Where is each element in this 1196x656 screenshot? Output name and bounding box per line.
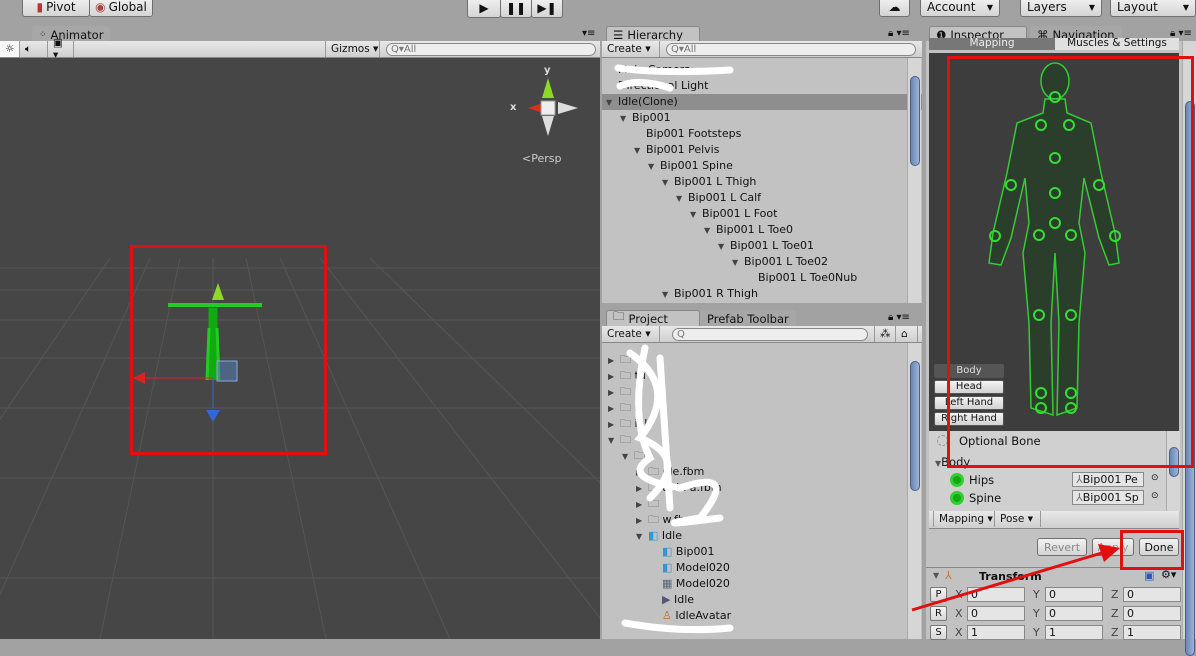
gizmos-dropdown[interactable]: Gizmos ▼ <box>325 41 380 57</box>
play-button[interactable]: ▶ <box>467 0 501 18</box>
scene-search-input[interactable]: Q▾All <box>386 43 596 56</box>
dropdown-arrow-icon: ▼ <box>1182 2 1189 12</box>
lighting-toggle[interactable]: ☼ <box>0 41 20 57</box>
mapping-toolbar: Mapping ▼ Pose ▼ <box>929 511 1179 529</box>
help-icon[interactable]: ▣ <box>1144 569 1154 582</box>
account-dropdown[interactable]: Account ▼ <box>920 0 1000 17</box>
axis-y-label: y <box>544 65 551 76</box>
pose-dropdown[interactable]: Pose ▼ <box>995 511 1041 527</box>
bone-status-icon[interactable] <box>950 473 964 487</box>
transform-icon: ⅄ <box>1076 491 1083 504</box>
object-picker-icon[interactable]: ⊙ <box>1151 473 1159 483</box>
bone-object-field[interactable]: ⅄Bip001 Pe <box>1072 472 1144 487</box>
persp-label[interactable]: <Persp <box>522 152 561 165</box>
redaction-scribbles <box>614 64 734 634</box>
play-icon: ▶ <box>479 0 489 15</box>
hierarchy-search-input[interactable]: Q▾All <box>666 43 916 56</box>
tab-mapping[interactable]: Mapping <box>929 38 1055 50</box>
bone-name: Spine <box>969 491 1002 505</box>
mapping-dropdown[interactable]: Mapping ▼ <box>933 511 995 527</box>
hierarchy-icon: ☰ <box>613 27 624 42</box>
panel-menu-icon[interactable]: ▾≡ <box>582 28 595 39</box>
annotation-box-character <box>130 245 327 455</box>
lock-icon[interactable]: 🔒︎ ▾≡ <box>888 28 910 39</box>
effects-toggle[interactable]: ▣ ▾ <box>48 37 74 61</box>
pause-icon: ❚❚ <box>505 0 527 15</box>
dropdown-arrow-icon: ▼ <box>1088 2 1095 12</box>
tab-muscles-settings[interactable]: Muscles & Settings <box>1055 38 1179 50</box>
hierarchy-create-dropdown[interactable]: Create ▼ <box>602 41 660 57</box>
bone-name: Hips <box>969 473 995 487</box>
step-icon: ▶❚ <box>537 0 557 15</box>
cloud-icon: ☁ <box>888 0 901 14</box>
sun-icon: ☼ <box>5 43 15 55</box>
audio-toggle[interactable]: 🔈︎ <box>20 41 48 57</box>
hierarchy-toolbar: Create ▼ Q▾All <box>602 41 922 58</box>
dropdown-arrow-icon: ▼ <box>986 2 993 12</box>
pivot-button[interactable]: ▮ Pivot <box>22 0 90 17</box>
axis-x-label: x <box>510 102 517 113</box>
animator-icon: ⁘ <box>39 29 47 40</box>
pivot-icon: ▮ <box>36 0 44 14</box>
step-button[interactable]: ▶❚ <box>531 0 563 18</box>
bone-object-field[interactable]: ⅄Bip001 Sp <box>1072 490 1144 505</box>
bone-status-icon[interactable] <box>950 491 964 505</box>
speaker-icon: 🔈︎ <box>25 42 32 55</box>
orientation-gizmo[interactable] <box>528 78 578 136</box>
layout-dropdown[interactable]: Layout ▼ <box>1110 0 1196 17</box>
tab-animator[interactable]: ⁘ Animator <box>32 26 111 42</box>
layers-dropdown[interactable]: Layers ▼ <box>1020 0 1102 17</box>
object-picker-icon[interactable]: ⊙ <box>1151 491 1159 501</box>
tab-hierarchy[interactable]: ☰ Hierarchy <box>606 26 700 42</box>
cloud-button[interactable]: ☁ <box>879 0 910 17</box>
annotation-box-avatar <box>947 56 1194 468</box>
global-button[interactable]: ◉ Global <box>89 0 153 17</box>
scene-toolbar: ☼ 🔈︎ ▣ ▾ Gizmos ▼ Q▾All <box>0 37 600 61</box>
pause-button[interactable]: ❚❚ <box>500 0 532 18</box>
transform-icon: ⅄ <box>1076 473 1083 486</box>
annotation-arrow <box>911 544 1120 612</box>
globe-icon: ◉ <box>95 0 106 14</box>
